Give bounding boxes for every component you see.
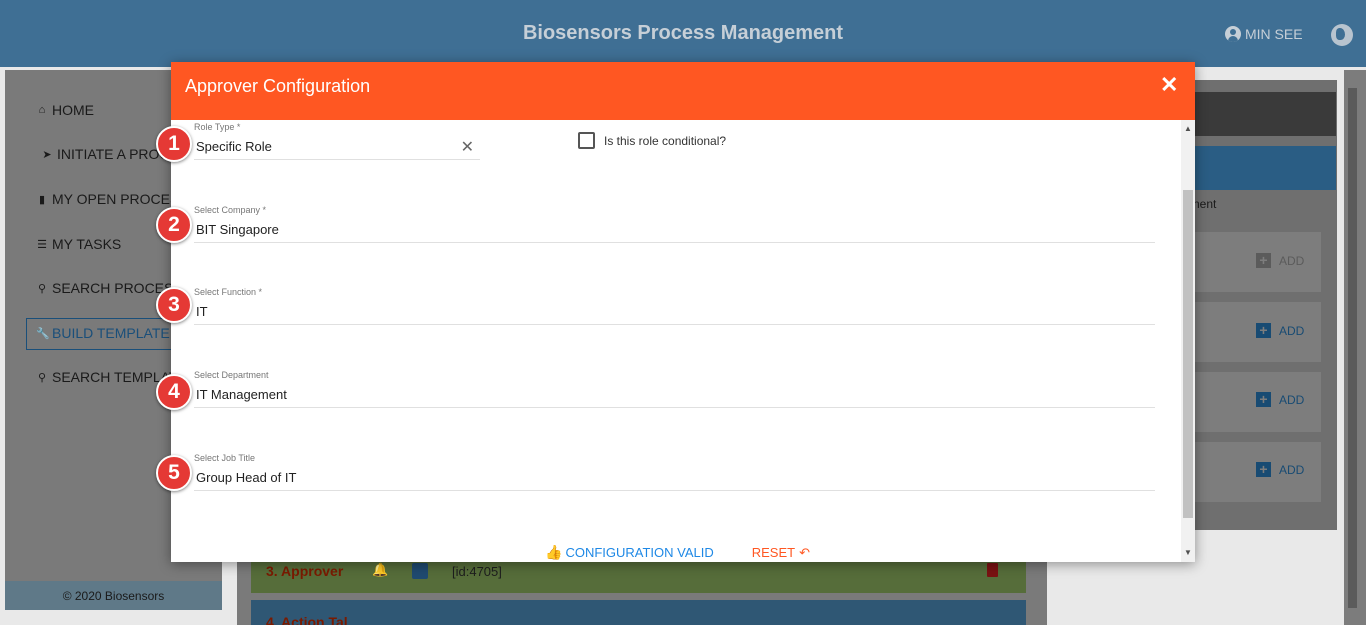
app-title: Biosensors Process Management bbox=[522, 22, 844, 44]
close-icon[interactable]: ✕ bbox=[1160, 72, 1178, 98]
plus-icon: + bbox=[1256, 323, 1271, 338]
conditional-label: Is this role conditional? bbox=[604, 133, 727, 148]
page-scrollbar[interactable] bbox=[1344, 70, 1366, 625]
chevron-icon: ➤ bbox=[42, 148, 52, 161]
add-button[interactable]: + ADD bbox=[1256, 323, 1304, 338]
clear-icon[interactable]: ✕ bbox=[461, 137, 474, 157]
department-field[interactable]: Select Department IT Management bbox=[194, 370, 1155, 408]
annotation-badge-4: 4 bbox=[156, 374, 192, 410]
right-panel-text: nent bbox=[1193, 197, 1217, 211]
scroll-up-icon[interactable]: ▲ bbox=[1184, 124, 1192, 133]
function-field[interactable]: Select Function * IT bbox=[194, 287, 1155, 325]
wrench-icon: 🔧 bbox=[36, 327, 50, 340]
right-panel-tab bbox=[1185, 146, 1336, 190]
dialog-body: Role Type * Specific Role ✕ Is this role… bbox=[171, 120, 1181, 562]
step-row-action[interactable] bbox=[251, 600, 1026, 625]
configuration-valid-button[interactable]: 👍 CONFIGURATION VALID bbox=[545, 544, 714, 561]
annotation-badge-2: 2 bbox=[156, 207, 192, 243]
dialog-title: Approver Configuration bbox=[185, 76, 371, 96]
conditional-checkbox[interactable]: Is this role conditional? bbox=[578, 132, 726, 149]
job-title-field[interactable]: Select Job Title Group Head of IT bbox=[194, 453, 1155, 491]
add-button[interactable]: + ADD bbox=[1256, 392, 1304, 407]
annotation-badge-1: 1 bbox=[156, 126, 192, 162]
approver-configuration-dialog: Approver Configuration ✕ Role Type * Spe… bbox=[171, 62, 1195, 562]
user-icon bbox=[1225, 26, 1241, 42]
page-scrollbar-thumb[interactable] bbox=[1348, 88, 1357, 608]
plus-icon: + bbox=[1256, 462, 1271, 477]
step-id: [id:4705] bbox=[452, 564, 502, 579]
role-type-field[interactable]: Role Type * Specific Role ✕ bbox=[194, 122, 480, 160]
dialog-scrollbar-thumb[interactable] bbox=[1183, 190, 1193, 518]
scroll-down-icon[interactable]: ▼ bbox=[1184, 548, 1192, 557]
search-icon: ⚲ bbox=[37, 282, 47, 295]
step-row-approver[interactable] bbox=[251, 558, 1026, 593]
dialog-header: Approver Configuration ✕ bbox=[171, 62, 1195, 120]
undo-icon: ↶ bbox=[799, 544, 810, 560]
dialog-actions: 👍 CONFIGURATION VALID RESET ↶ bbox=[545, 544, 810, 561]
app-header: Biosensors Process Management MIN SEE bbox=[0, 0, 1366, 67]
globe-icon[interactable] bbox=[1331, 24, 1353, 46]
sidebar-footer: © 2020 Biosensors bbox=[5, 581, 222, 610]
plus-icon: + bbox=[1256, 253, 1271, 268]
user-menu[interactable]: MIN SEE bbox=[1225, 26, 1303, 42]
user-name: MIN SEE bbox=[1245, 26, 1303, 42]
trash-icon[interactable] bbox=[987, 563, 998, 577]
home-icon: ⌂ bbox=[38, 104, 46, 116]
annotation-badge-5: 5 bbox=[156, 455, 192, 491]
plus-icon: + bbox=[1256, 392, 1271, 407]
add-button[interactable]: + ADD bbox=[1256, 253, 1304, 268]
tasks-icon: ☰ bbox=[37, 238, 47, 251]
reset-button[interactable]: RESET ↶ bbox=[752, 544, 810, 561]
annotation-badge-3: 3 bbox=[156, 287, 192, 323]
right-panel-header bbox=[1185, 92, 1336, 136]
dialog-scrollbar[interactable]: ▲ ▼ bbox=[1181, 120, 1195, 562]
add-button[interactable]: + ADD bbox=[1256, 462, 1304, 477]
bell-icon[interactable]: 🔔 bbox=[372, 562, 388, 578]
thumbs-up-icon: 👍 bbox=[545, 544, 563, 560]
step-label: 3. Approver bbox=[266, 563, 344, 579]
file-icon: ▮ bbox=[38, 193, 46, 206]
step-label: 4. Action Tal bbox=[266, 614, 348, 625]
search-icon: ⚲ bbox=[37, 371, 47, 384]
checkbox-box[interactable] bbox=[578, 132, 595, 149]
company-field[interactable]: Select Company * BIT Singapore bbox=[194, 205, 1155, 243]
gear-icon[interactable] bbox=[412, 563, 428, 579]
